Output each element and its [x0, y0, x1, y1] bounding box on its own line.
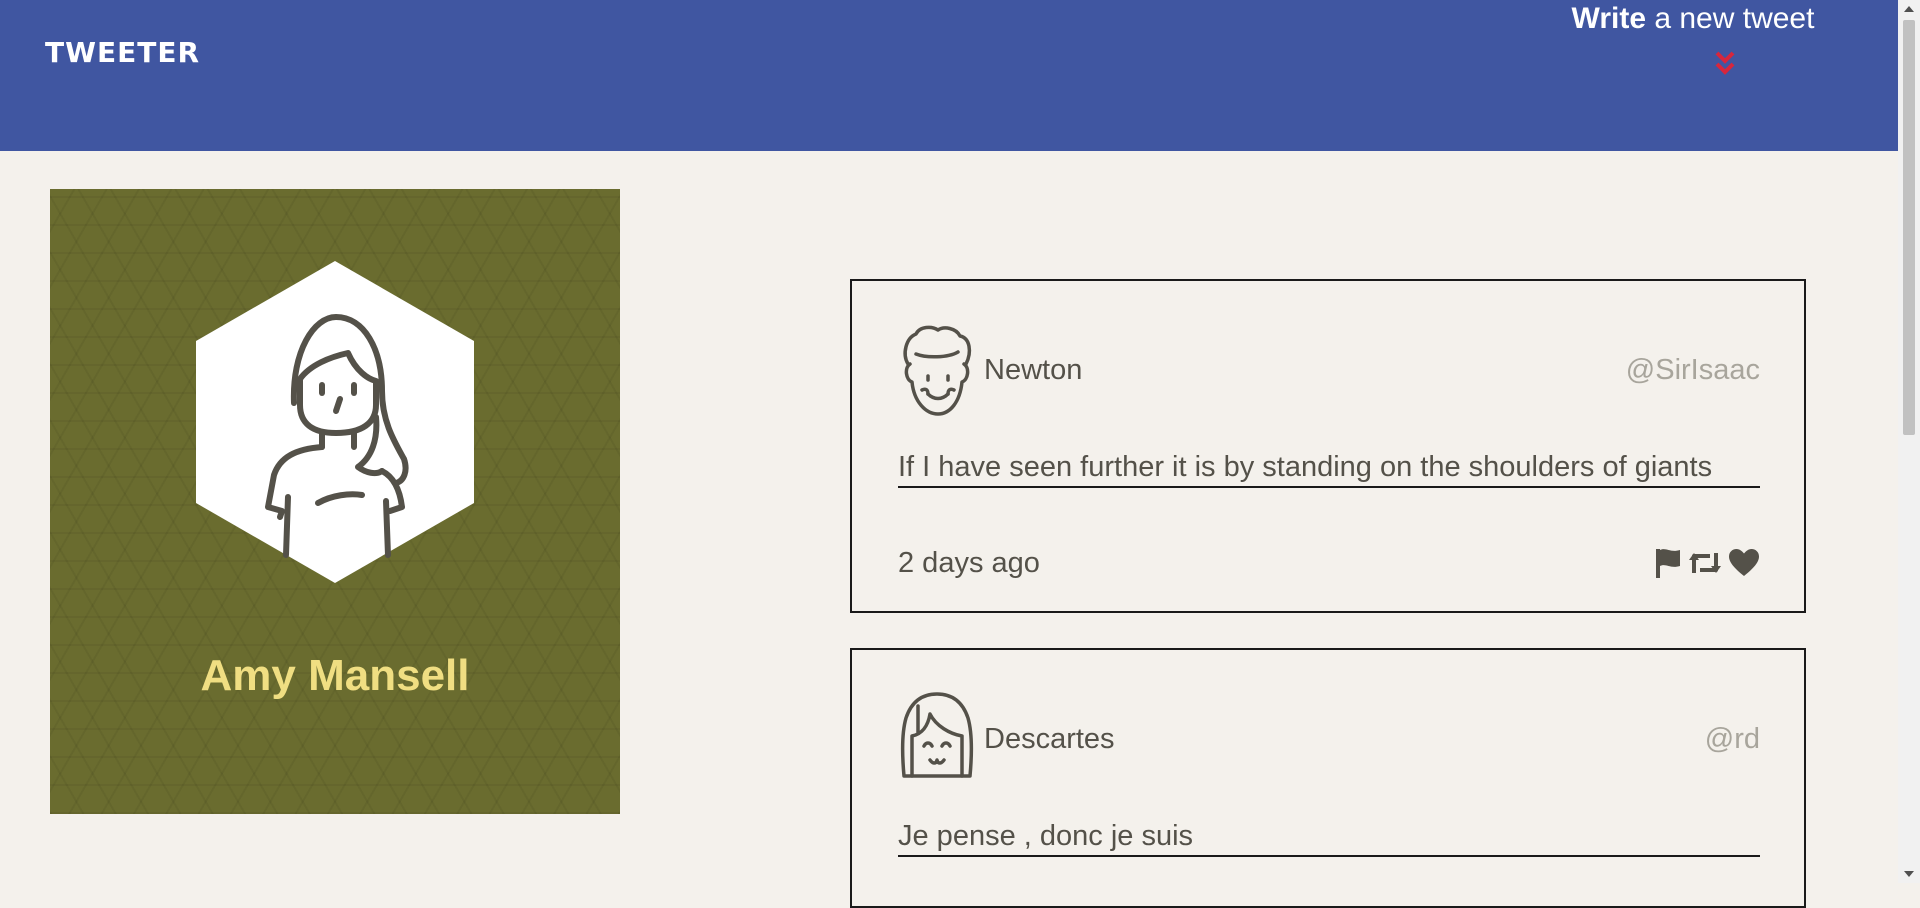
page-scrollbar[interactable]: [1898, 0, 1920, 883]
scroll-down-arrow-icon[interactable]: [1904, 871, 1914, 877]
bob-hair-avatar-icon: [900, 692, 974, 778]
tweet-card: Newton @SirIsaac If I have seen further …: [850, 279, 1806, 613]
retweet-icon[interactable]: [1688, 547, 1722, 579]
tweet-author-handle[interactable]: @SirIsaac: [1626, 354, 1760, 387]
tweet-text: Je pense , donc je suis: [898, 820, 1760, 857]
compose-label-bold: Write: [1571, 2, 1647, 35]
tweet-timestamp: 2 days ago: [898, 547, 1040, 579]
tweet-card: Descartes @rd Je pense , donc je suis: [850, 648, 1806, 908]
tweet-author-name[interactable]: Descartes: [984, 723, 1115, 756]
top-navbar: TWEETER Write a new tweet: [0, 0, 1898, 151]
scroll-up-arrow-icon[interactable]: [1904, 6, 1914, 12]
flag-icon[interactable]: [1652, 547, 1682, 579]
profile-card: Amy Mansell: [50, 189, 620, 814]
scrollbar-thumb[interactable]: [1903, 20, 1915, 435]
tweet-actions: [1652, 547, 1760, 579]
woman-avatar-icon: [196, 261, 474, 583]
curly-hair-man-avatar-icon: [903, 325, 972, 416]
tweet-author-handle[interactable]: @rd: [1705, 723, 1760, 756]
double-chevron-down-icon[interactable]: [1714, 50, 1736, 80]
profile-name: Amy Mansell: [200, 651, 470, 700]
tweet-author-name[interactable]: Newton: [984, 354, 1082, 387]
heart-icon[interactable]: [1728, 548, 1760, 578]
write-new-tweet-button[interactable]: Write a new tweet: [1563, 2, 1823, 36]
compose-label-rest: a new tweet: [1646, 2, 1815, 35]
brand-logo[interactable]: TWEETER: [45, 36, 200, 69]
tweet-text: If I have seen further it is by standing…: [898, 451, 1760, 488]
